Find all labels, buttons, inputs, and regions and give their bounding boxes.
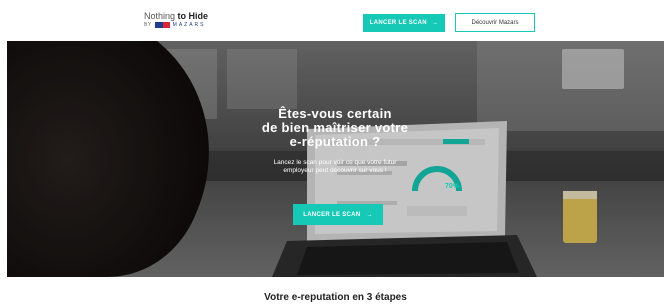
steps-section-title: Votre e-reputation en 3 étapes [264, 292, 407, 303]
hero-launch-scan-button[interactable]: LANCER LE SCAN → [293, 204, 383, 225]
hero-title-line: Êtes-vous certain [278, 106, 392, 121]
hero-subtitle-line: Lancez le scan pour voir ce que votre fu… [273, 159, 397, 166]
hero-title-line: de bien maîtriser votre [261, 120, 409, 135]
hero-launch-scan-label: LANCER LE SCAN [303, 211, 361, 218]
screen-percent-value: 70% [445, 183, 460, 190]
hero-subtitle: Lancez le scan pour voir ce que votre fu… [210, 159, 460, 175]
arrow-right-icon: → [431, 20, 439, 26]
hero-title: Êtes-vous certain de bien maîtriser votr… [210, 107, 460, 149]
launch-scan-button[interactable]: LANCER LE SCAN → [363, 14, 445, 32]
logo-by: BY [144, 22, 152, 28]
logo-wordmark: Nothing to Hide [144, 11, 234, 21]
logo-part1: Nothing [144, 11, 176, 21]
logo-part2: to Hide [177, 11, 209, 21]
logo-byline: BY MAZARS [144, 22, 234, 28]
arrow-right-icon: → [366, 211, 373, 218]
discover-mazars-label: Découvrir Mazars [471, 19, 519, 26]
launch-scan-label: LANCER LE SCAN [369, 20, 427, 26]
nothing-to-hide-logo[interactable]: Nothing to Hide BY MAZARS [144, 11, 234, 31]
hero-subtitle-line: employeur peut découvrir sur vous ! [283, 167, 387, 174]
hero-section: Êtes-vous certain de bien maîtriser votr… [7, 41, 664, 277]
mazars-flag-icon [154, 22, 170, 28]
site-header: Nothing to Hide BY MAZARS LANCER LE SCAN… [0, 0, 671, 41]
logo-brand: MAZARS [172, 22, 206, 28]
discover-mazars-button[interactable]: Découvrir Mazars [455, 13, 535, 32]
hero-title-line: e-réputation ? [289, 134, 381, 149]
